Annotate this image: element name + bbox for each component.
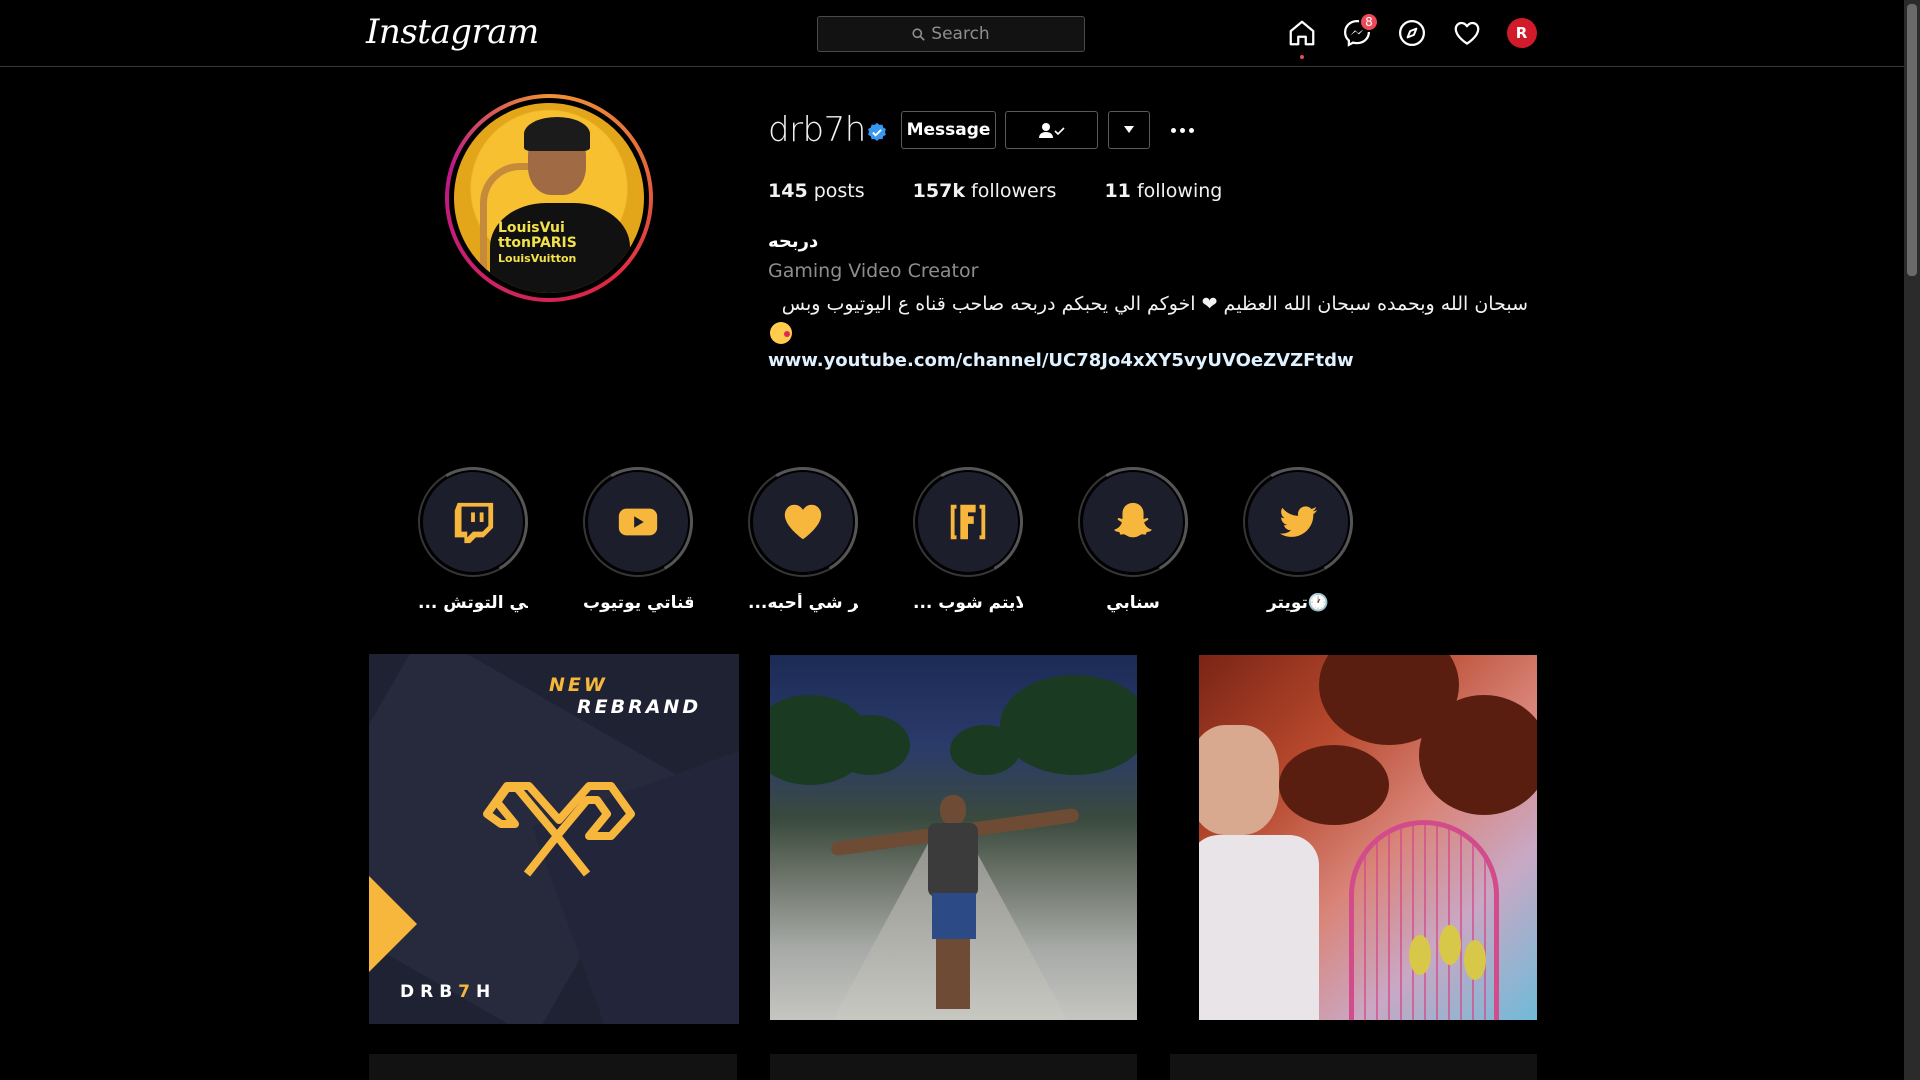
dot-icon (1179, 127, 1185, 133)
post-placeholder[interactable] (770, 1054, 1137, 1080)
posts-stat: 145 posts (768, 180, 865, 202)
highlight-label: تويتر🕐 (1266, 593, 1330, 613)
post-brand-text: DRB7H (400, 982, 497, 1002)
scrollbar-thumb[interactable] (1907, 4, 1917, 276)
person-check-icon (1038, 123, 1065, 138)
home-button[interactable] (1286, 17, 1317, 59)
profile-picture[interactable]: LouisVui ttonPARIS LouisVuitton (445, 94, 653, 302)
post-placeholder[interactable] (1170, 1054, 1537, 1080)
profile-photo: LouisVui ttonPARIS LouisVuitton (454, 103, 644, 293)
highlight-item-shop[interactable]: ... الايتم شوب (913, 467, 1023, 613)
instagram-logo[interactable]: Instagram (366, 12, 539, 52)
page-scrollbar[interactable] (1904, 0, 1920, 1080)
active-indicator (1300, 55, 1304, 59)
shirt-print: LouisVui ttonPARIS LouisVuitton (498, 220, 577, 266)
following-stat[interactable]: 11 following (1104, 180, 1222, 202)
suggested-dropdown-button[interactable] (1108, 111, 1150, 149)
home-icon (1289, 20, 1314, 45)
activity-button[interactable] (1451, 17, 1482, 48)
messenger-button[interactable]: 8 (1341, 12, 1379, 48)
highlight-label: ... الايتم شوب (913, 593, 1023, 613)
highlight-favorites[interactable]: ...اكثر شي أحبه (748, 467, 858, 613)
profile-avatar-button[interactable]: R (1506, 17, 1537, 48)
message-button[interactable]: Message (901, 111, 996, 149)
profile-stats: 145 posts 157k followers 11 following (768, 180, 1222, 202)
highlight-twitter[interactable]: تويتر🕐 (1243, 467, 1353, 613)
snapchat-icon (1114, 502, 1152, 538)
story-highlights: ... في التوتش قناتي يوتيوب ...اكثر شي أح… (418, 467, 1353, 613)
dot-icon (1170, 127, 1176, 133)
profile-category: Gaming Video Creator (768, 260, 979, 282)
highlight-twitch[interactable]: ... في التوتش (418, 467, 528, 613)
person-figure (920, 795, 986, 1015)
highlight-label: سنابي (1106, 593, 1160, 613)
highlight-youtube[interactable]: قناتي يوتيوب (583, 467, 693, 613)
nav-icons: 8 R (1286, 12, 1537, 59)
profile-website-link[interactable]: www.youtube.com/channel/UC78Jo4xXY5vyUVO… (768, 350, 1354, 371)
triangle-shape (369, 876, 417, 972)
profile-username: drb7h (768, 110, 866, 150)
kiss-emoji-icon (770, 322, 792, 344)
post-bird-cage-photo[interactable] (1199, 655, 1537, 1020)
followers-stat[interactable]: 157k followers (913, 180, 1057, 202)
top-navigation-bar: Instagram Search 8 R (0, 0, 1904, 67)
search-placeholder: Search (931, 24, 990, 44)
highlight-label: ...اكثر شي أحبه (748, 593, 858, 613)
post-text-rebrand: REBRAND (577, 696, 702, 718)
search-icon (912, 27, 926, 41)
fortnite-icon (950, 504, 986, 540)
explore-button[interactable] (1396, 17, 1427, 48)
highlight-snapchat[interactable]: سنابي (1078, 467, 1188, 613)
compass-icon (1398, 19, 1425, 46)
profile-full-name: دربحه (768, 231, 819, 252)
following-button[interactable] (1005, 111, 1098, 149)
highlight-label: قناتي يوتيوب (583, 593, 693, 613)
youtube-icon (618, 508, 658, 536)
caret-down-icon (1124, 126, 1134, 133)
avatar: R (1506, 17, 1537, 48)
profile-bio: سبحان الله وبحمده سبحان الله العظيم ❤ اخ… (781, 293, 1528, 315)
heart-icon (1454, 21, 1479, 45)
verified-badge-icon (868, 122, 886, 141)
brand-logo-icon (483, 782, 635, 877)
search-input[interactable]: Search (817, 16, 1085, 52)
messages-badge: 8 (1359, 12, 1379, 32)
post-street-photo[interactable] (770, 655, 1137, 1020)
post-placeholder[interactable] (369, 1054, 737, 1080)
heart-icon (784, 504, 822, 540)
post-rebrand[interactable]: NEW REBRAND DRB7H (369, 654, 739, 1024)
twitch-icon (454, 502, 494, 544)
bird-cage (1349, 820, 1499, 1020)
more-options-button[interactable] (1167, 116, 1197, 144)
highlight-label: ... في التوتش (418, 593, 528, 613)
dot-icon (1188, 127, 1194, 133)
twitter-icon (1279, 506, 1318, 537)
post-text-new: NEW (549, 674, 608, 696)
